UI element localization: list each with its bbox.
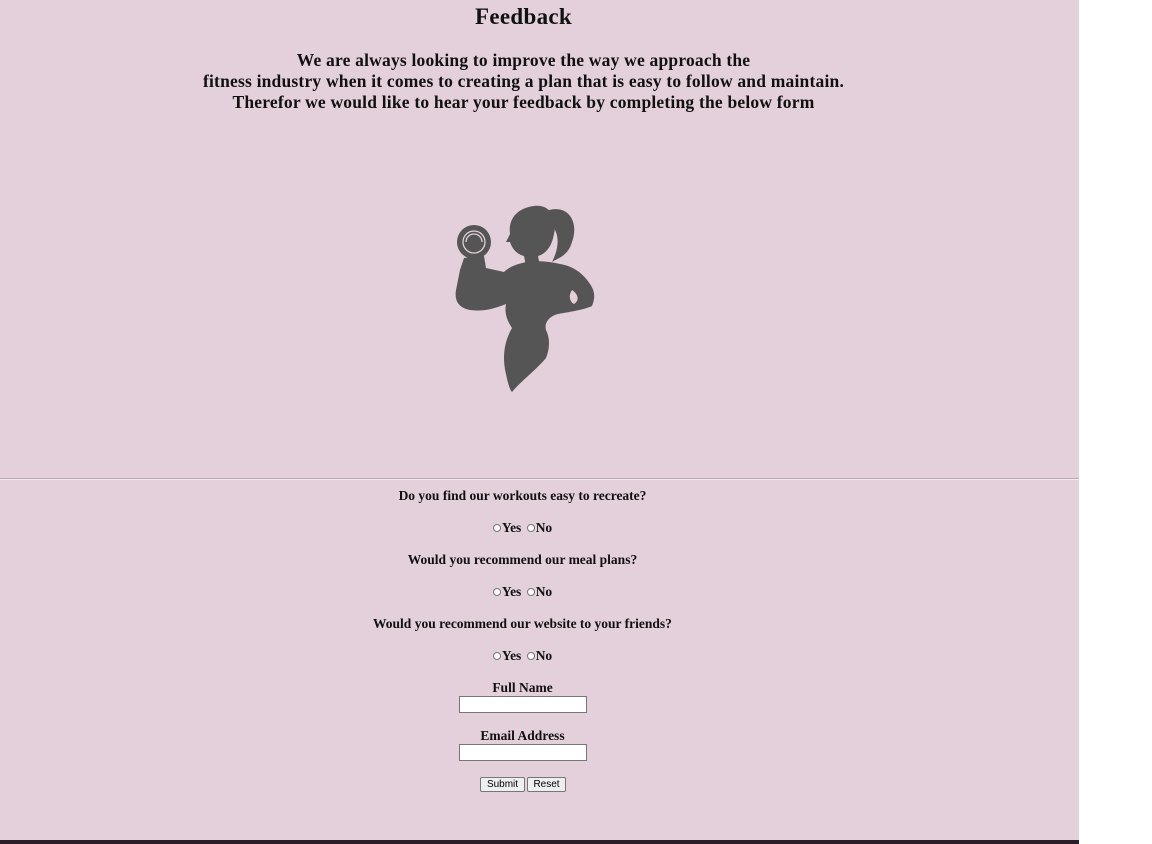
radio-meal-plans-no[interactable]: No — [526, 584, 553, 600]
full-name-label: Full Name — [492, 680, 553, 695]
intro-line: We are always looking to improve the way… — [296, 50, 751, 70]
radio-label: No — [535, 520, 553, 535]
radio-workouts-yes[interactable]: Yes — [492, 520, 522, 536]
page-title: Feedback — [475, 4, 572, 29]
full-name-field[interactable] — [459, 696, 587, 713]
radio-button[interactable] — [492, 524, 501, 532]
intro-line: fitness industry when it comes to creati… — [202, 71, 845, 91]
question-meal-plans-options: Yes No — [0, 584, 1045, 600]
question-meal-plans-label: Would you recommend our meal plans? — [407, 552, 638, 567]
section-divider — [0, 478, 1079, 480]
intro-text: We are always looking to improve the way… — [0, 50, 1047, 113]
radio-label: Yes — [501, 584, 522, 599]
question-website-label: Would you recommend our website to your … — [373, 616, 672, 631]
email-field[interactable] — [459, 744, 587, 761]
question-workouts-options: Yes No — [0, 520, 1045, 536]
radio-button[interactable] — [492, 588, 501, 596]
woman-lifting-dumbbell-icon — [455, 205, 595, 392]
reset-button[interactable]: Reset — [527, 777, 566, 792]
radio-button[interactable] — [492, 652, 501, 660]
radio-workouts-no[interactable]: No — [526, 520, 553, 536]
radio-button[interactable] — [526, 524, 535, 532]
page-background: Feedback We are always looking to improv… — [0, 0, 1079, 844]
radio-label: Yes — [501, 520, 522, 535]
submit-button[interactable]: Submit — [480, 777, 525, 792]
radio-button[interactable] — [526, 588, 535, 596]
radio-website-no[interactable]: No — [526, 648, 553, 664]
radio-label: No — [535, 648, 553, 663]
radio-meal-plans-yes[interactable]: Yes — [492, 584, 522, 600]
radio-button[interactable] — [526, 652, 535, 660]
email-label: Email Address — [480, 728, 565, 743]
radio-label: No — [535, 584, 553, 599]
question-workouts-label: Do you find our workouts easy to recreat… — [398, 488, 647, 503]
radio-label: Yes — [501, 648, 522, 663]
radio-website-yes[interactable]: Yes — [492, 648, 522, 664]
intro-line: Therefor we would like to hear your feed… — [232, 92, 815, 112]
question-website-options: Yes No — [0, 648, 1045, 664]
footer-bar — [0, 840, 1079, 844]
